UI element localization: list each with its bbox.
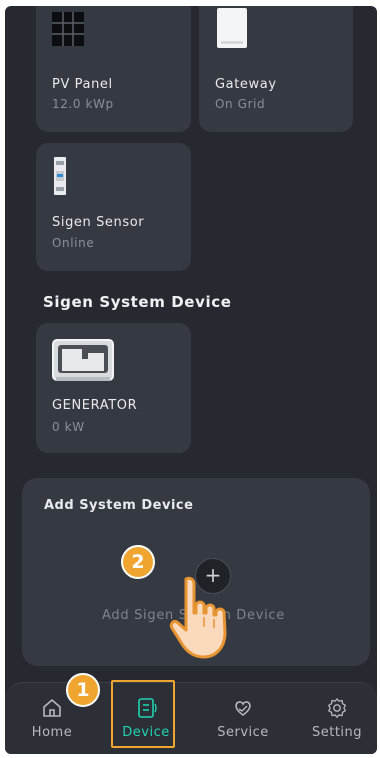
device-status: 12.0 kWp bbox=[52, 97, 114, 111]
device-card-generator[interactable]: GENERATOR 0 kW bbox=[36, 323, 191, 453]
gateway-icon bbox=[217, 8, 247, 52]
pv-panel-icon bbox=[52, 12, 84, 50]
device-card-gateway[interactable]: Gateway On Grid bbox=[199, 6, 353, 132]
tab-device[interactable]: Device bbox=[113, 691, 179, 747]
tab-device-label: Device bbox=[122, 725, 170, 740]
tab-service[interactable]: Service bbox=[210, 691, 276, 747]
generator-icon bbox=[52, 339, 114, 387]
pointing-hand-icon bbox=[168, 575, 240, 665]
service-icon bbox=[235, 701, 251, 716]
device-status: 0 kW bbox=[52, 420, 85, 434]
tab-setting[interactable]: Setting bbox=[304, 691, 370, 747]
device-status: Online bbox=[52, 236, 95, 250]
setting-icon bbox=[328, 698, 346, 718]
tab-setting-label: Setting bbox=[311, 725, 363, 740]
add-panel-title: Add System Device bbox=[44, 498, 194, 513]
section-title: Sigen System Device bbox=[43, 293, 232, 311]
device-name: Gateway bbox=[215, 77, 277, 92]
device-status: On Grid bbox=[215, 97, 266, 111]
sensor-icon bbox=[52, 157, 68, 199]
device-icon bbox=[138, 698, 157, 718]
tab-home-label: Home bbox=[31, 725, 73, 740]
bottom-tab-bar: Home Device Service Setting bbox=[5, 682, 377, 754]
device-name: PV Panel bbox=[52, 77, 113, 92]
step-1-badge: 1 bbox=[66, 673, 100, 707]
device-card-pv-panel[interactable]: PV Panel 12.0 kWp bbox=[36, 6, 191, 132]
tab-service-label: Service bbox=[217, 725, 269, 740]
device-card-sigen-sensor[interactable]: Sigen Sensor Online bbox=[36, 143, 191, 271]
home-icon bbox=[43, 699, 61, 717]
device-name: Sigen Sensor bbox=[52, 215, 145, 230]
device-name: GENERATOR bbox=[52, 398, 138, 413]
step-2-badge: 2 bbox=[121, 545, 155, 579]
